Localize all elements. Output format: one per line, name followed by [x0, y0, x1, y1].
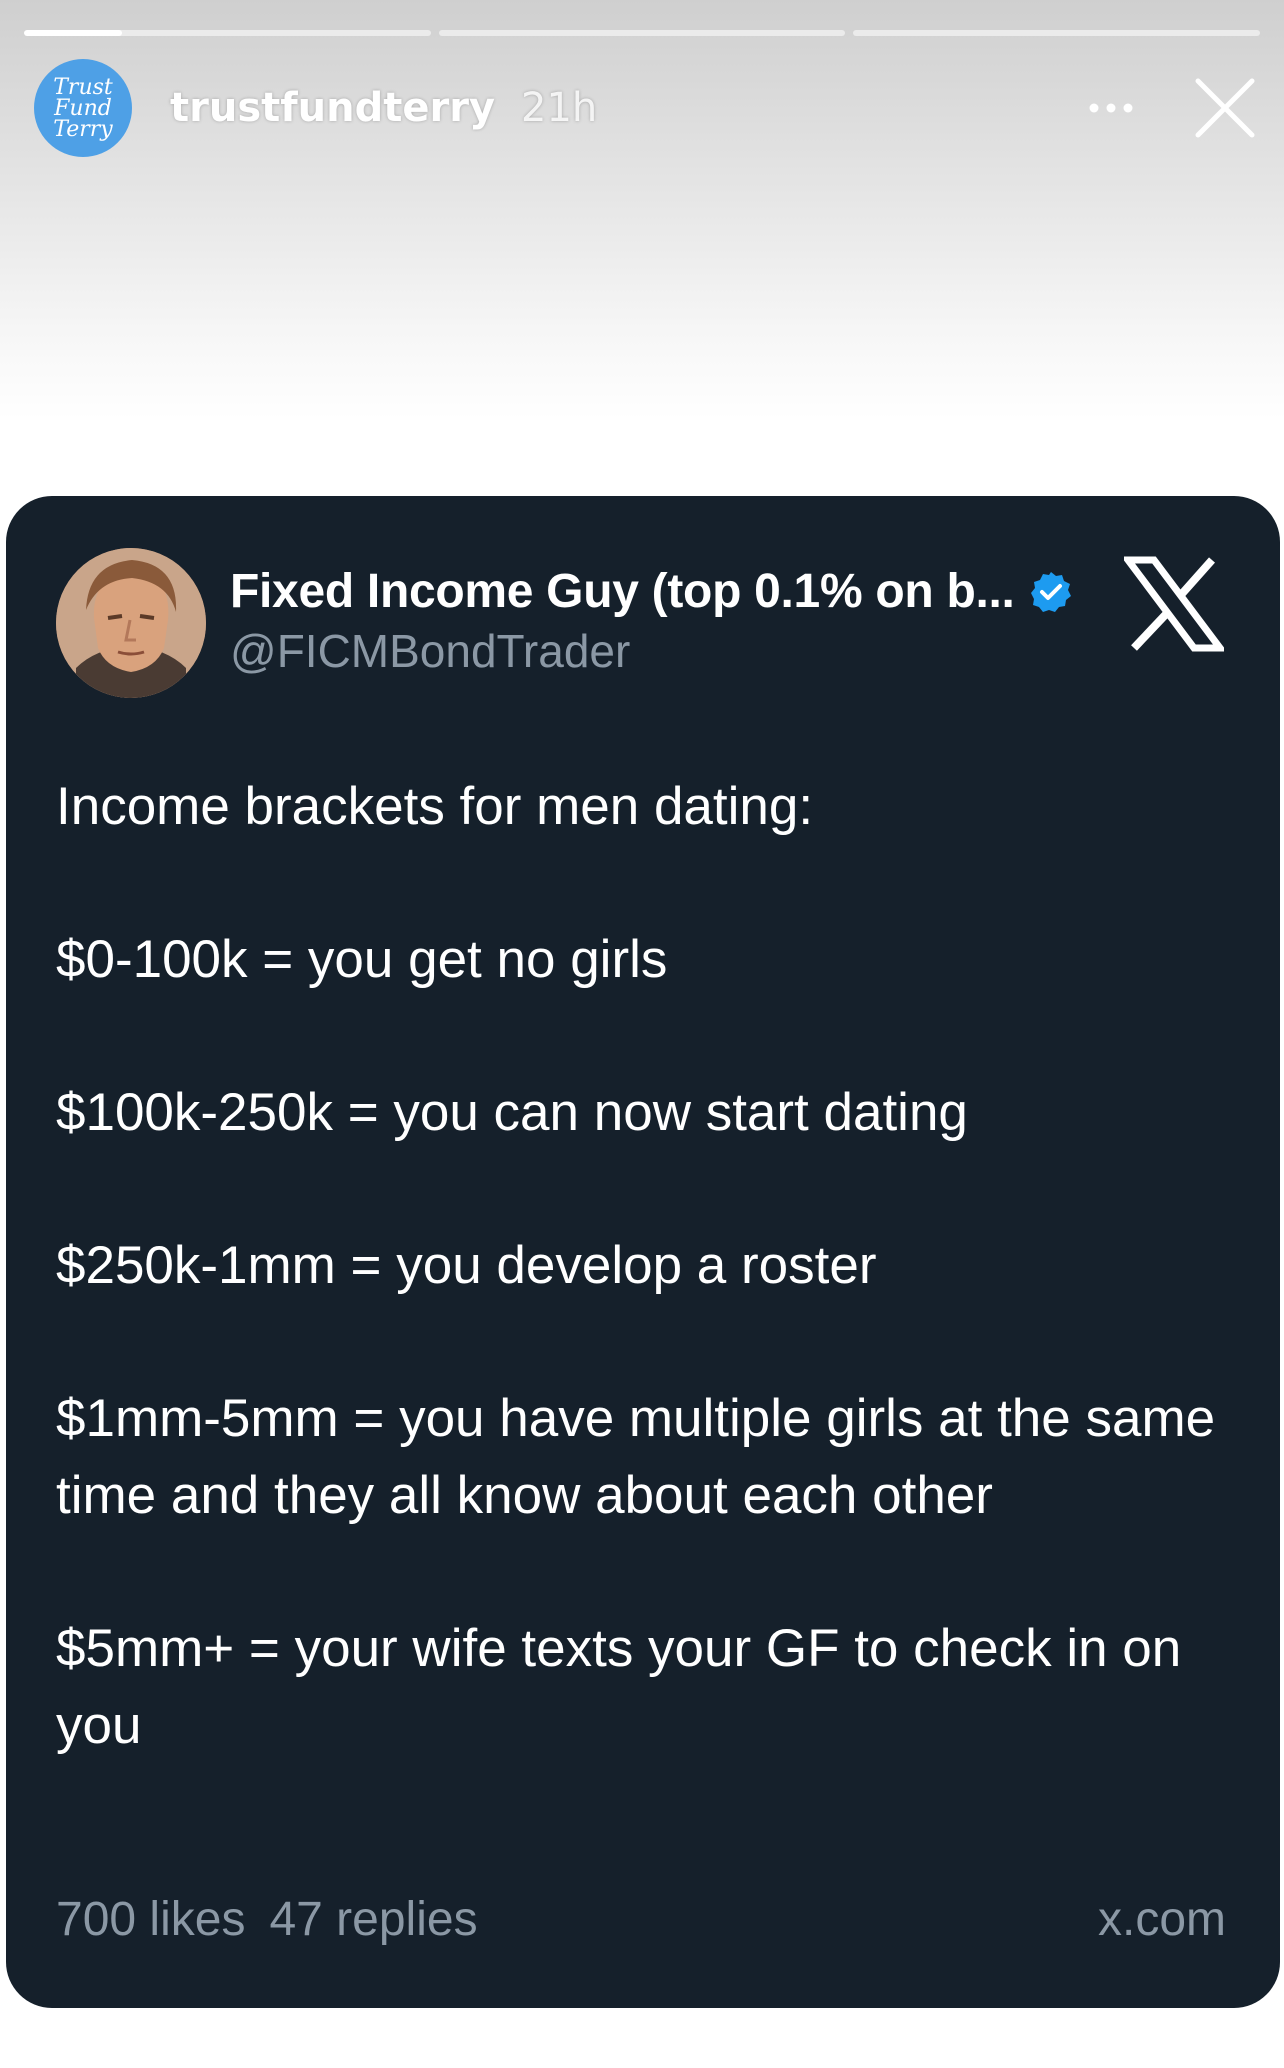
close-story-button[interactable]	[1190, 73, 1260, 143]
story-timestamp: 21h	[521, 85, 598, 131]
tweet-paragraph: $250k-1mm = you develop a roster	[56, 1236, 877, 1295]
avatar-logo-line: Terry	[53, 116, 113, 142]
story-header: Trust Fund Terry trustfundterry 21h	[34, 58, 1260, 158]
story-progress-segment	[438, 30, 846, 36]
tweet-paragraph: $1mm-5mm = you have multiple girls at th…	[56, 1389, 1216, 1525]
avatar-logo-line: Trust	[53, 74, 113, 100]
tweet-body: Income brackets for men dating: $0-100k …	[56, 768, 1236, 1764]
tweet-paragraph: $5mm+ = your wife texts your GF to check…	[56, 1619, 1182, 1755]
tweet-author-avatar[interactable]	[56, 548, 206, 698]
tweet-footer: 700 likes 47 replies x.com	[56, 1892, 1226, 1947]
x-logo-icon	[1124, 556, 1224, 652]
progress-fill	[24, 30, 122, 36]
tweet-paragraph: Income brackets for men dating:	[56, 777, 814, 836]
tweet-paragraph: $0-100k = you get no girls	[56, 930, 668, 989]
tweet-paragraph: $100k-250k = you can now start dating	[56, 1083, 968, 1142]
story-progress-segment	[853, 30, 1261, 36]
more-horizontal-icon	[1089, 103, 1133, 113]
tweet-card[interactable]: Fixed Income Guy (top 0.1% on b... @FICM…	[6, 496, 1280, 2008]
avatar-logo: Trust Fund Terry	[53, 74, 113, 142]
avatar-logo-line: Fund	[54, 95, 112, 121]
author-portrait-image	[56, 548, 206, 698]
verified-badge-icon	[1030, 571, 1071, 612]
tweet-author-handle[interactable]: @FICMBondTrader	[230, 624, 630, 678]
story-username[interactable]: trustfundterry	[170, 85, 495, 131]
tweet-author-row: Fixed Income Guy (top 0.1% on b...	[230, 564, 1073, 619]
story-progress-bar	[24, 30, 1261, 36]
close-icon	[1195, 78, 1255, 138]
tweet-author-name[interactable]: Fixed Income Guy (top 0.1% on b...	[230, 564, 1015, 619]
story-progress-segment	[24, 30, 431, 36]
profile-avatar[interactable]: Trust Fund Terry	[34, 59, 132, 157]
more-options-button[interactable]	[1076, 73, 1146, 143]
tweet-replies-count: 47 replies	[269, 1893, 478, 1946]
tweet-likes-count: 700 likes	[56, 1893, 246, 1946]
tweet-source-link[interactable]: x.com	[1098, 1892, 1226, 1947]
